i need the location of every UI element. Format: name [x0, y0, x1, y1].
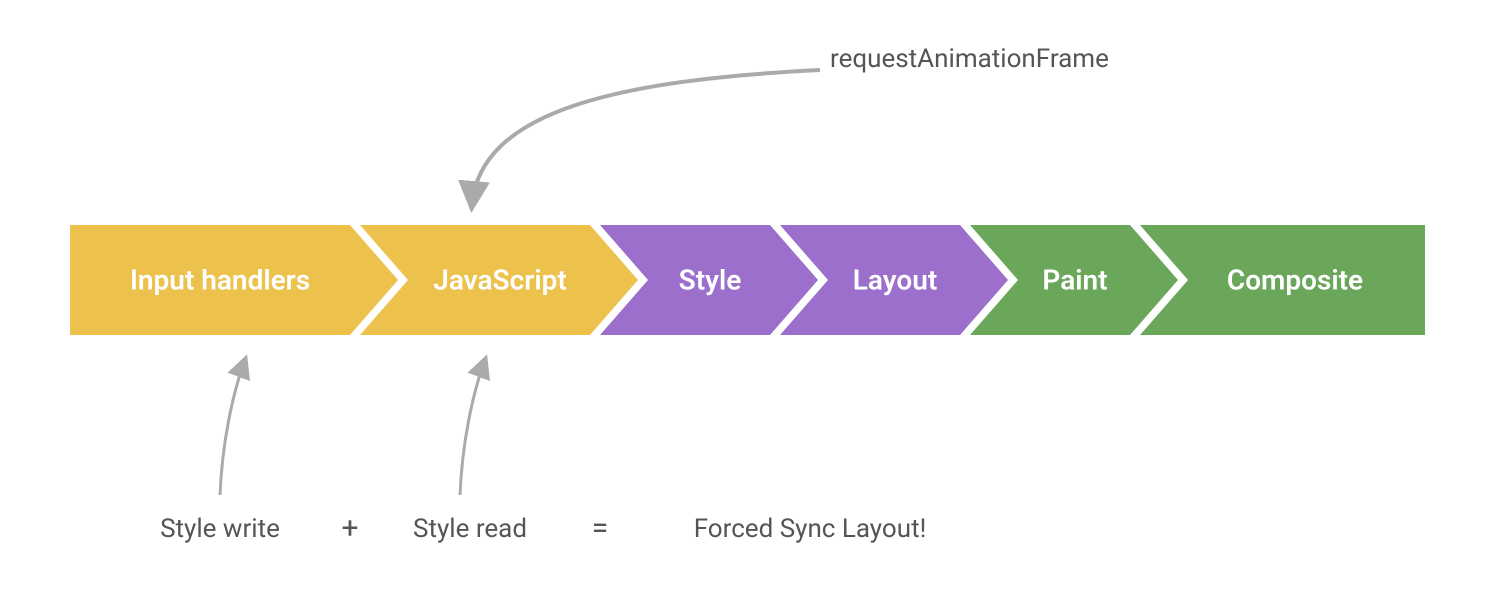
eq-middle: Style read	[413, 514, 527, 544]
eq-right: Forced Sync Layout!	[694, 514, 927, 544]
arrow-raf	[472, 70, 820, 205]
eq-plus: +	[341, 511, 358, 546]
arrow-style-write	[220, 360, 245, 495]
svg-text:Composite: Composite	[1227, 263, 1363, 296]
arrow-style-read	[460, 360, 485, 495]
pipeline-stages: Input handlers JavaScript Style Layout P…	[70, 225, 1425, 335]
svg-text:Input handlers: Input handlers	[130, 263, 310, 296]
pipeline-diagram: requestAnimationFrame Input handlers Jav…	[0, 0, 1496, 605]
svg-text:Paint: Paint	[1042, 263, 1107, 296]
stage-input-handlers: Input handlers	[70, 225, 398, 335]
svg-text:JavaScript: JavaScript	[433, 263, 567, 296]
stage-javascript: JavaScript	[360, 225, 638, 335]
bottom-equation: Style write + Style read = Forced Sync L…	[160, 511, 926, 546]
svg-text:Layout: Layout	[853, 263, 938, 296]
svg-text:Style: Style	[679, 263, 742, 296]
eq-equals: =	[592, 511, 608, 546]
top-annotation: requestAnimationFrame	[830, 44, 1109, 74]
stage-composite: Composite	[1140, 225, 1425, 335]
eq-left: Style write	[160, 514, 280, 544]
